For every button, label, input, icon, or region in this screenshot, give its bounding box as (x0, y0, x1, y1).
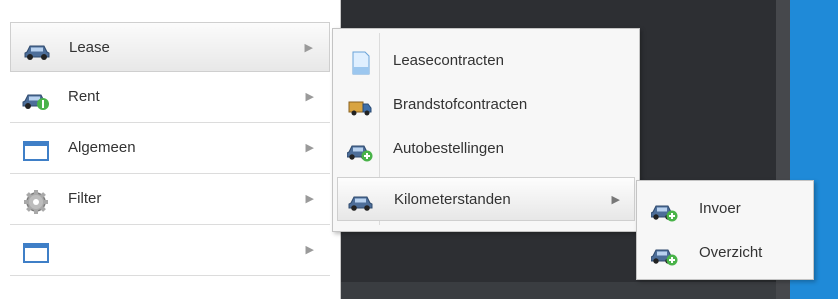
car-add-icon (650, 197, 679, 222)
submenu-item-label: Leasecontracten (393, 52, 504, 69)
menu-item-filter[interactable]: Filter ▶ (10, 174, 330, 225)
car-icon (23, 35, 51, 61)
car-icon (348, 188, 374, 212)
menu-item-algemeen[interactable]: Algemeen ▶ (10, 123, 330, 174)
submenu-item-label: Invoer (699, 200, 741, 217)
gear-icon (22, 186, 50, 214)
window-icon (22, 237, 50, 263)
submenu-item-brandstofcontracten[interactable]: Brandstofcontracten (337, 83, 635, 127)
chevron-right-icon: ▶ (305, 193, 314, 205)
car-add-icon (346, 137, 373, 162)
window-icon (22, 135, 50, 161)
car-rent-icon (22, 84, 50, 110)
submenu-item-kilometerstanden[interactable]: Kilometerstanden ▶ (337, 177, 635, 221)
chevron-right-icon: ▶ (304, 42, 313, 54)
kilometerstanden-submenu: Invoer Overzicht (636, 180, 814, 280)
fuel-truck-icon (347, 93, 373, 117)
submenu-item-leasecontracten[interactable]: Leasecontracten (337, 39, 635, 83)
submenu-item-label: Brandstofcontracten (393, 96, 528, 113)
bottom-panel (340, 282, 776, 299)
menu-item-lease[interactable]: Lease ▶ (10, 22, 330, 72)
chevron-right-icon: ▶ (305, 244, 314, 256)
submenu-item-invoer[interactable]: Invoer (641, 187, 809, 231)
chevron-right-icon: ▶ (305, 142, 314, 154)
submenu-item-autobestellingen[interactable]: Autobestellingen (337, 127, 635, 171)
submenu-item-label: Overzicht (699, 244, 763, 261)
lease-submenu: Leasecontracten Brandstofcontracten Auto… (332, 28, 640, 232)
menu-item-label: Algemeen (68, 139, 136, 156)
menu-item-label: Lease (69, 39, 110, 56)
main-menu: Lease ▶ Rent ▶ Algemeen ▶ Filter ▶ ▶ (0, 0, 341, 299)
menu-item-rent[interactable]: Rent ▶ (10, 72, 330, 123)
menu-item-label: Filter (68, 190, 102, 207)
car-add-icon (650, 241, 679, 266)
chevron-right-icon: ▶ (305, 91, 314, 103)
menu-item-partial[interactable]: ▶ (10, 225, 330, 276)
menu-item-label: Rent (68, 88, 100, 105)
submenu-item-label: Autobestellingen (393, 140, 504, 157)
submenu-item-overzicht[interactable]: Overzicht (641, 231, 809, 275)
submenu-item-label: Kilometerstanden (394, 191, 511, 208)
document-icon (347, 49, 373, 75)
chevron-right-icon: ▶ (611, 194, 620, 206)
